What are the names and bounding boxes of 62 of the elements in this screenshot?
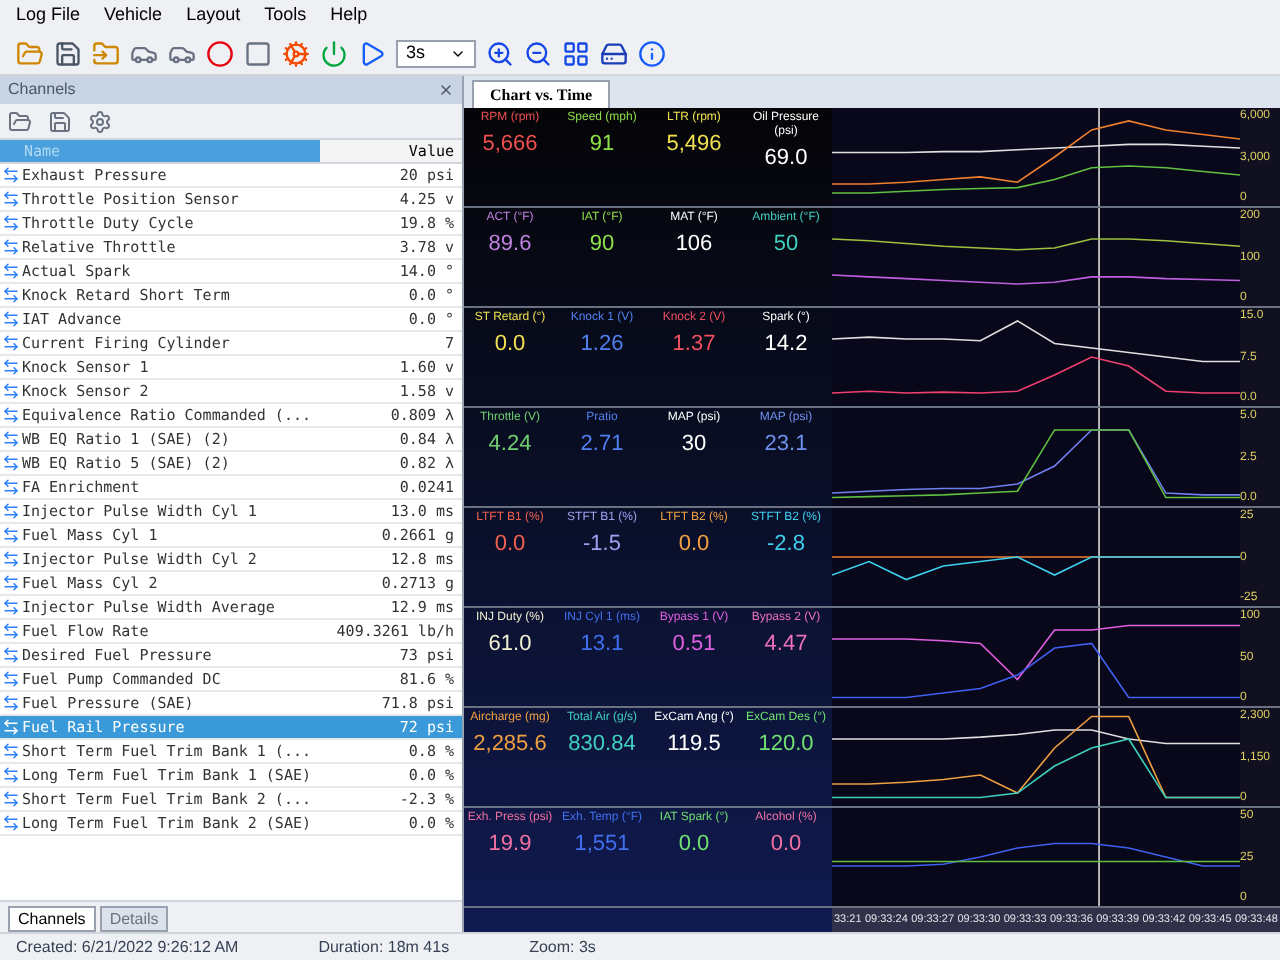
gauge-value: 106: [675, 232, 713, 258]
gauge-value: 0.0: [494, 532, 526, 558]
gauge-value: -2.8: [767, 532, 805, 558]
gauge-value: 2,285.6: [473, 732, 547, 758]
settings-icon[interactable]: [88, 109, 112, 133]
status-text: Duration: 18m 41s: [318, 935, 450, 959]
chart-tab[interactable]: Chart vs. Time: [472, 80, 611, 108]
menu-item[interactable]: Layout: [186, 2, 241, 30]
gauge-value: 119.5: [667, 732, 721, 758]
gauge-value: 1.37: [672, 332, 716, 358]
layout-icon[interactable]: [562, 39, 590, 67]
panel-tab[interactable]: Channels: [8, 906, 96, 932]
save-layout-icon[interactable]: [600, 39, 628, 67]
gauge-value: 0.51: [672, 632, 716, 658]
gauge-value: 91: [589, 132, 615, 158]
gauge-value: 90: [589, 232, 615, 258]
close-icon[interactable]: [438, 82, 454, 98]
folder-icon[interactable]: [8, 109, 32, 133]
panel-title: Channels: [8, 78, 76, 102]
menu-item[interactable]: Log File: [16, 2, 81, 30]
folder-icon[interactable]: [92, 39, 120, 67]
gauge-value: 4.24: [488, 432, 532, 458]
menu-item[interactable]: Vehicle: [104, 2, 163, 30]
menu-item[interactable]: Tools: [264, 2, 307, 30]
panel-tab[interactable]: Details: [99, 906, 169, 932]
status-text: Created: 6/21/2022 9:26:12 AM: [16, 935, 239, 959]
save-icon[interactable]: [48, 109, 72, 133]
engine-icon[interactable]: [282, 39, 310, 67]
folder-icon[interactable]: [16, 39, 44, 67]
gauge-value: 5,666: [482, 132, 538, 158]
zoom-in-icon[interactable]: [486, 39, 514, 67]
gauge-value: 1.26: [580, 332, 624, 358]
zoom-out-icon[interactable]: [524, 39, 552, 67]
stop-icon[interactable]: [244, 39, 272, 67]
gauge-value: 30: [681, 432, 707, 458]
status-text: Zoom: 3s: [529, 935, 596, 959]
gauge-value: 69.0: [764, 146, 808, 172]
gauge-value: 0.0: [678, 532, 710, 558]
gauge-value: 61.0: [488, 632, 532, 658]
gauge-value: 5,496: [666, 132, 722, 158]
speed-dropdown[interactable]: 3s: [396, 39, 476, 67]
gauge-value: 0.0: [494, 332, 526, 358]
gauge-value: 120.0: [758, 732, 814, 758]
info-icon[interactable]: [638, 39, 666, 67]
gauge-value: 19.9: [488, 832, 532, 858]
gauge-value: 2.71: [580, 432, 624, 458]
gauge-value: 89.6: [488, 232, 532, 258]
record-icon[interactable]: [206, 39, 234, 67]
gauge-value: 23.1: [764, 432, 808, 458]
gauge-value: 14.2: [764, 332, 808, 358]
power-icon[interactable]: [320, 39, 348, 67]
gauge-value: -1.5: [583, 532, 621, 558]
gauge-value: 1,551: [574, 832, 630, 858]
gauge-value: 13.1: [580, 632, 624, 658]
gauge-value: 830.84: [568, 732, 636, 758]
gauge-value: 4.47: [764, 632, 808, 658]
save-icon[interactable]: [54, 39, 82, 67]
gauge-value: 0.0: [678, 832, 710, 858]
play-icon[interactable]: [358, 39, 386, 67]
gauge-value: 50: [773, 232, 799, 258]
gauge-value: 0.0: [770, 832, 802, 858]
menu-item[interactable]: Help: [330, 2, 368, 30]
